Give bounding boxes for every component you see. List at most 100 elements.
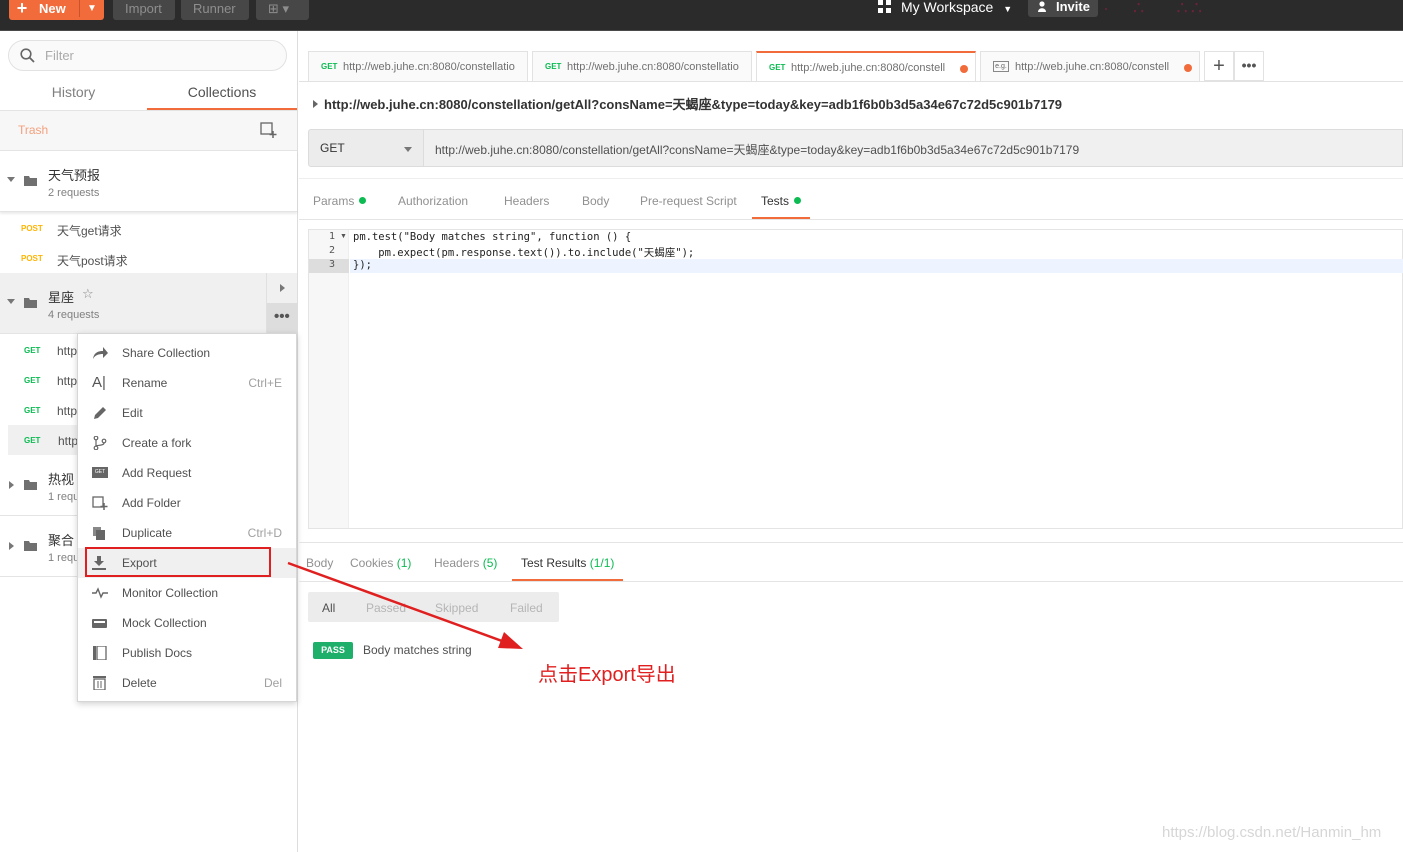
tab-authorization[interactable]: Authorization: [398, 194, 468, 220]
add-folder-icon: [92, 496, 108, 510]
folder-icon: [24, 176, 37, 186]
tab-more-button[interactable]: •••: [1234, 51, 1264, 81]
top-watermark-glyphs: · ∴ ∴∴: [1103, 0, 1206, 18]
request-tab-active[interactable]: GET http://web.juhe.cn:8080/constell: [756, 51, 976, 82]
trash-link[interactable]: Trash: [18, 123, 48, 137]
duplicate-icon: [93, 527, 105, 540]
method-select[interactable]: GET: [308, 129, 424, 167]
tab-label: Tests: [761, 194, 790, 208]
code-line: pm.test("Body matches string", function …: [353, 231, 632, 243]
chevron-right-icon: [280, 284, 285, 292]
collection-name: 天气预报: [48, 168, 101, 183]
unsaved-dot: [1184, 64, 1192, 72]
caret-down-icon[interactable]: ▼: [81, 0, 103, 20]
new-button-label: New: [39, 1, 66, 16]
collection-more-button[interactable]: •••: [266, 303, 297, 334]
tab-body[interactable]: Body: [582, 194, 609, 220]
request-item[interactable]: POST 天气post请求: [0, 243, 297, 273]
star-icon[interactable]: ☆: [82, 286, 94, 302]
tab-history[interactable]: History: [0, 82, 147, 111]
pulse-icon: [92, 587, 108, 599]
request-title[interactable]: http://web.juhe.cn:8080/constellation/ge…: [313, 94, 1062, 113]
request-tab[interactable]: e.g. http://web.juhe.cn:8080/constell: [980, 51, 1200, 81]
tests-code-editor[interactable]: 1 ▼ 2 3 pm.test("Body matches string", f…: [308, 229, 1403, 529]
menu-label: Share Collection: [122, 346, 211, 360]
menu-label: Add Request: [122, 466, 192, 480]
tab-tests[interactable]: Tests: [752, 194, 811, 220]
menu-item-fork[interactable]: Create a fork: [78, 428, 296, 458]
rename-icon: A|: [92, 374, 106, 391]
fork-icon: [93, 436, 107, 450]
expand-collection-button[interactable]: [266, 273, 297, 303]
method-badge: GET: [24, 436, 41, 445]
annotation-arrow: [287, 561, 523, 649]
request-item[interactable]: POST 天气get请求: [0, 213, 297, 243]
import-button[interactable]: Import: [113, 0, 175, 20]
method-badge: GET: [24, 346, 41, 355]
menu-label: Mock Collection: [122, 616, 207, 630]
chevron-right-icon[interactable]: [9, 481, 14, 489]
plus-icon: +: [16, 0, 28, 18]
folder-icon: [24, 298, 37, 308]
menu-item-add-folder[interactable]: Add Folder: [78, 488, 296, 518]
trash-icon: [93, 676, 106, 690]
docs-icon: [93, 646, 107, 660]
menu-shortcut: Ctrl+E: [248, 376, 282, 390]
menu-item-add-request[interactable]: GET Add Request: [78, 458, 296, 488]
workspace-selector[interactable]: My Workspace ▼: [878, 0, 1012, 17]
collection-count: 1 requ: [48, 491, 80, 503]
user-plus-icon: [1038, 1, 1046, 12]
divider: [299, 219, 1403, 220]
tab-method: GET: [769, 63, 786, 72]
pencil-icon: [94, 407, 106, 419]
method-badge: POST: [21, 224, 43, 233]
collection-context-menu: Share Collection A| Rename Ctrl+E Edit C…: [77, 333, 297, 702]
url-input[interactable]: http://web.juhe.cn:8080/constellation/ge…: [424, 129, 1403, 167]
menu-item-mock[interactable]: Mock Collection: [78, 608, 296, 638]
collection-count: 4 requests: [48, 309, 100, 321]
menu-item-edit[interactable]: Edit: [78, 398, 296, 428]
invite-label: Invite: [1056, 0, 1090, 14]
menu-shortcut: Del: [263, 676, 282, 690]
request-name: http: [57, 404, 78, 418]
menu-item-share[interactable]: Share Collection: [78, 338, 296, 368]
fold-icon[interactable]: ▼: [340, 233, 347, 240]
unsaved-dot: [960, 65, 968, 73]
request-tab[interactable]: GET http://web.juhe.cn:8080/constellatio: [532, 51, 752, 81]
method-badge: POST: [21, 254, 43, 263]
chevron-down-icon[interactable]: [7, 299, 15, 304]
runner-button[interactable]: Runner: [181, 0, 249, 20]
collection-name: 聚合: [48, 533, 75, 548]
chevron-right-icon[interactable]: [9, 542, 14, 550]
folder-icon: [24, 541, 37, 551]
tab-collections[interactable]: Collections: [147, 82, 297, 111]
new-button[interactable]: + New ▼: [9, 0, 104, 20]
filter-box[interactable]: [8, 40, 287, 71]
tab-headers[interactable]: Headers: [504, 194, 549, 220]
menu-item-monitor[interactable]: Monitor Collection: [78, 578, 296, 608]
menu-label: Edit: [122, 406, 143, 420]
menu-label: Publish Docs: [122, 646, 193, 660]
new-collection-icon[interactable]: [260, 122, 277, 138]
menu-item-delete[interactable]: Delete Del: [78, 668, 296, 698]
chevron-down-icon[interactable]: [7, 177, 15, 182]
tab-url: http://web.juhe.cn:8080/constellatio: [567, 61, 739, 73]
invite-button[interactable]: Invite: [1028, 0, 1098, 17]
tab-params[interactable]: Params: [313, 194, 367, 220]
menu-item-duplicate[interactable]: Duplicate Ctrl+D: [78, 518, 296, 548]
menu-label: Delete: [122, 676, 157, 690]
new-window-button[interactable]: ⊞ ▾: [256, 0, 309, 20]
menu-item-publish[interactable]: Publish Docs: [78, 638, 296, 668]
example-icon: e.g.: [993, 61, 1009, 72]
menu-item-rename[interactable]: A| Rename Ctrl+E: [78, 368, 296, 398]
trash-row: Trash: [0, 111, 297, 151]
tab-method: GET: [321, 62, 338, 71]
tab-prerequest-script[interactable]: Pre-request Script: [640, 194, 737, 220]
filter-input[interactable]: [45, 48, 275, 63]
new-tab-button[interactable]: +: [1204, 51, 1234, 81]
request-tab[interactable]: GET http://web.juhe.cn:8080/constellatio: [308, 51, 528, 81]
annotation-text: 点击Export导出: [538, 664, 676, 686]
request-name: http: [57, 374, 78, 388]
collection-item[interactable]: 星座 ☆ 4 requests •••: [0, 273, 297, 334]
collection-item[interactable]: 天气预报 2 requests: [0, 151, 297, 212]
